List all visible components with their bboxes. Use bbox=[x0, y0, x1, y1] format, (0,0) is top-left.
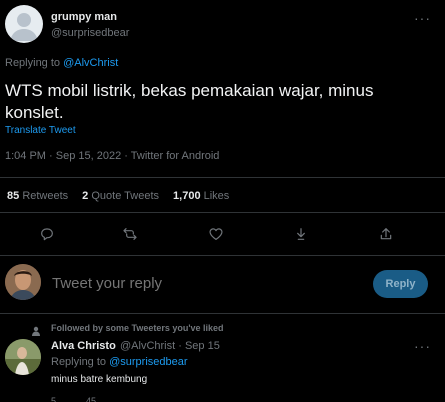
author-name[interactable]: grumpy man bbox=[51, 11, 117, 23]
retweets-stat[interactable]: 85 Retweets bbox=[7, 190, 68, 202]
reply-handle-time[interactable]: @AlvChrist · Sep 15 bbox=[120, 340, 220, 352]
reply-count: 5 bbox=[51, 396, 57, 402]
author-handle[interactable]: @surprisedbear bbox=[51, 27, 129, 39]
quote-tweets-label: Quote Tweets bbox=[91, 190, 160, 202]
reply-text: minus batre kembung bbox=[51, 374, 148, 385]
default-avatar-icon bbox=[10, 13, 38, 41]
likes-stat[interactable]: 1,700 Likes bbox=[173, 190, 229, 202]
reply-reply-count[interactable]: 5 bbox=[51, 396, 56, 402]
replying-prefix: Replying to bbox=[5, 57, 61, 69]
share-icon[interactable] bbox=[377, 225, 395, 243]
translate-tweet-link[interactable]: Translate Tweet bbox=[5, 125, 76, 136]
likes-count: 1,700 bbox=[173, 190, 201, 202]
more-options-icon[interactable]: ··· bbox=[414, 10, 431, 26]
reply-icon[interactable] bbox=[38, 225, 56, 243]
reply-author-name[interactable]: Alva Christo bbox=[51, 340, 116, 352]
replying-to-link[interactable]: @surprisedbear bbox=[109, 356, 187, 368]
divider bbox=[0, 177, 445, 178]
tweet-reply-input[interactable] bbox=[52, 275, 352, 292]
likes-label: Likes bbox=[203, 190, 230, 202]
replying-to: Replying to @AlvChrist bbox=[5, 57, 118, 69]
reply-replying-to: Replying to @surprisedbear bbox=[51, 356, 188, 368]
like-icon[interactable] bbox=[207, 225, 225, 243]
quote-tweets-count: 2 bbox=[82, 190, 89, 202]
replying-prefix: Replying to bbox=[51, 356, 107, 368]
person-icon bbox=[31, 323, 41, 336]
author-avatar[interactable] bbox=[5, 5, 43, 43]
user-photo-icon bbox=[5, 264, 41, 300]
user-photo-icon bbox=[5, 339, 41, 375]
replying-to-link[interactable]: @AlvChrist bbox=[63, 57, 118, 69]
retweet-icon[interactable] bbox=[121, 225, 139, 243]
divider bbox=[0, 212, 445, 213]
reply-retweet-count[interactable]: 45 bbox=[86, 396, 96, 402]
tweet-stats: 85 Retweets 2 Quote Tweets 1,700 Likes bbox=[7, 190, 243, 202]
retweets-label: Retweets bbox=[22, 190, 69, 202]
reply-author-avatar[interactable] bbox=[5, 339, 41, 375]
bookmark-icon[interactable] bbox=[292, 225, 310, 243]
divider bbox=[0, 313, 445, 314]
divider bbox=[0, 255, 445, 256]
social-context: Followed by some Tweeters you've liked bbox=[51, 323, 224, 333]
reply-action-row: 5 45 bbox=[51, 396, 96, 402]
more-options-icon[interactable]: ··· bbox=[414, 338, 431, 354]
reply-button[interactable]: Reply bbox=[373, 270, 428, 298]
quote-tweets-stat[interactable]: 2 Quote Tweets bbox=[82, 190, 159, 202]
current-user-avatar[interactable] bbox=[5, 264, 41, 300]
retweet-count: 45 bbox=[86, 396, 97, 402]
retweets-count: 85 bbox=[7, 190, 20, 202]
tweet-text: WTS mobil listrik, bekas pemakaian wajar… bbox=[5, 81, 374, 122]
tweet-meta: 1:04 PM · Sep 15, 2022 · Twitter for And… bbox=[5, 150, 220, 162]
